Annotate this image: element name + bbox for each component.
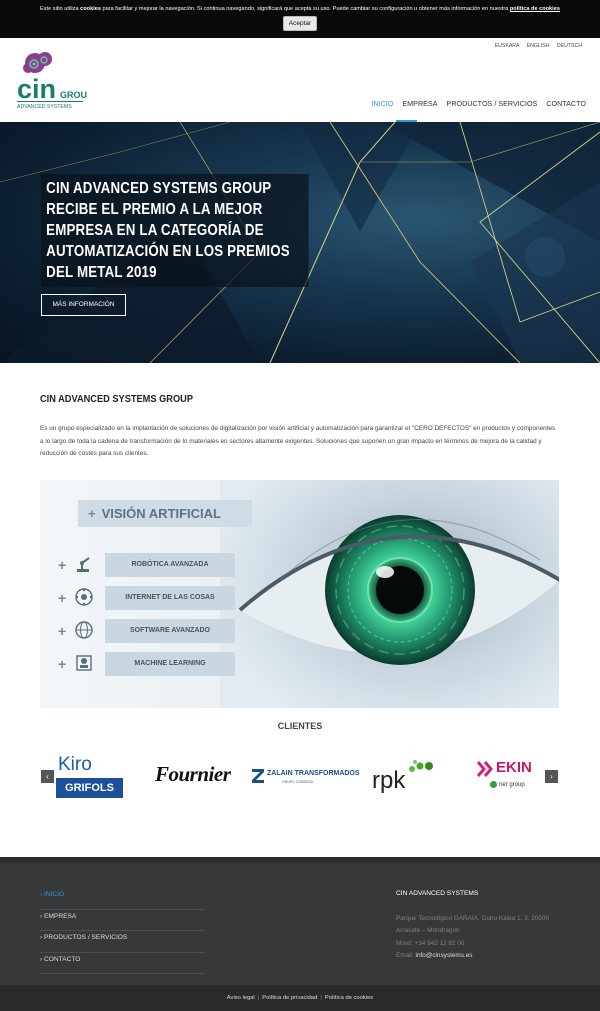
lang-deutsch[interactable]: DEUTSCH	[557, 43, 582, 49]
clients-title: CLIENTES	[277, 721, 323, 731]
plus-icon: +	[58, 557, 67, 573]
main-nav: INICIO EMPRESA PRODUCTOS / SERVICIOS CON…	[371, 99, 586, 108]
cookie-policy-footer-link[interactable]: Política de cookies	[325, 995, 373, 1001]
vision-banner: + VISIÓN ARTIFICIAL + ROBÓTICA AVANZADA +…	[40, 480, 559, 708]
ekin-chevrons-icon	[476, 761, 493, 777]
footer-address-1: Parque Tecnológico GARAIA, Goiru Kalea 1…	[396, 915, 549, 922]
plus-icon: +	[58, 623, 67, 639]
more-info-button[interactable]: MÁS INFORMACIÓN	[41, 294, 126, 316]
nav-empresa[interactable]: EMPRESA	[402, 99, 437, 108]
ner-dot-icon	[490, 781, 497, 788]
footer-address-2: Arrasate – Mondragón	[396, 927, 460, 935]
footer-email-link[interactable]: info@cinsystems.es	[416, 952, 473, 959]
machine-learning-icon	[76, 655, 92, 671]
logo-group: GROUP	[60, 90, 87, 100]
hero-title: CIN ADVANCED SYSTEMS GROUP RECIBE EL PRE…	[41, 174, 309, 287]
vision-item-software[interactable]: SOFTWARE AVANZADO	[105, 619, 235, 643]
plus-icon: +	[58, 590, 67, 606]
privacy-policy-link[interactable]: Política de privacidad	[262, 995, 317, 1001]
hero-slider: CIN ADVANCED SYSTEMS GROUP RECIBE EL PRE…	[0, 122, 600, 363]
robot-arm-icon	[77, 557, 90, 572]
footer-phone: Móvil: +34 943 12 82 00	[396, 939, 465, 947]
footer: › INICIO › EMPRESA › PRODUCTOS / SERVICI…	[0, 857, 600, 985]
footer-email-line: Email: info@cinsystems.es	[396, 951, 473, 959]
carousel-next-button[interactable]: ›	[545, 770, 558, 783]
cookie-bar: Este sitio utiliza cookies para facilita…	[0, 0, 600, 38]
legal-notice-link[interactable]: Aviso legal	[227, 995, 255, 1001]
footer-nav-inicio[interactable]: › INICIO	[40, 888, 205, 910]
bottom-bar: Aviso legal | Política de privacidad | Polít…	[0, 985, 600, 1011]
carousel-prev-button[interactable]: ‹	[41, 770, 54, 783]
accept-cookies-button[interactable]: Aceptar	[282, 16, 318, 31]
footer-nav-contacto[interactable]: › CONTACTO	[40, 953, 205, 974]
logo-graphic: cin GROUP ADVANCED SYSTEMS	[17, 52, 93, 110]
language-bar: EUSKARA ENGLISH DEUTSCH	[489, 43, 582, 49]
globe-icon	[75, 621, 93, 639]
client-logo-zalain[interactable]: ZALAIN TRANSFORMADOS GRUPO CONDESA	[252, 769, 360, 789]
vision-item-ml[interactable]: MACHINE LEARNING	[105, 652, 235, 676]
vision-item-robotica[interactable]: ROBÓTICA AVANZADA	[105, 553, 235, 577]
plus-icon: +	[58, 656, 67, 672]
logo-word: cin	[17, 74, 56, 104]
footer-nav: › INICIO › EMPRESA › PRODUCTOS / SERVICI…	[40, 888, 205, 974]
lang-english[interactable]: ENGLISH	[527, 43, 550, 49]
footer-nav-productos[interactable]: › PRODUCTOS / SERVICIOS	[40, 931, 205, 953]
site-logo[interactable]: cin GROUP ADVANCED SYSTEMS	[15, 50, 93, 112]
intro-text: Es un grupo especializado en la implanta…	[40, 425, 556, 457]
vision-item-iot[interactable]: INTERNET DE LAS COSAS	[105, 586, 235, 610]
chevron-right-icon: ›	[550, 772, 553, 781]
footer-company: CIN ADVANCED SYSTEMS	[396, 890, 479, 897]
client-logo-kiro-grifols[interactable]: Kiro GRIFOLS	[56, 754, 123, 800]
footer-nav-empresa[interactable]: › EMPRESA	[40, 910, 205, 931]
nav-contacto[interactable]: CONTACTO	[546, 99, 586, 108]
chevron-left-icon: ‹	[46, 772, 49, 781]
iot-icon	[75, 588, 93, 606]
cookie-text: Este sitio utiliza cookies para facilita…	[40, 6, 560, 12]
nav-productos[interactable]: PRODUCTOS / SERVICIOS	[447, 99, 538, 108]
logo-sub: ADVANCED SYSTEMS	[17, 104, 72, 110]
eye-image	[220, 480, 559, 708]
client-logo-ekin[interactable]: EKIN ner group	[476, 758, 542, 794]
cookie-policy-link[interactable]: política de cookies	[510, 6, 560, 12]
zalain-mark-icon	[252, 769, 264, 783]
nav-inicio[interactable]: INICIO	[371, 99, 393, 108]
plus-icon: +	[88, 506, 96, 521]
client-logo-fournier[interactable]: Fournier	[155, 762, 235, 792]
section-title: CIN ADVANCED SYSTEMS GROUP	[40, 393, 193, 405]
client-logo-rpk[interactable]: rpk	[372, 759, 436, 795]
vision-title: + VISIÓN ARTIFICIAL	[78, 500, 252, 527]
footer-contact: CIN ADVANCED SYSTEMS Parque Tecnológico …	[396, 890, 576, 962]
lang-euskara[interactable]: EUSKARA	[495, 43, 520, 49]
